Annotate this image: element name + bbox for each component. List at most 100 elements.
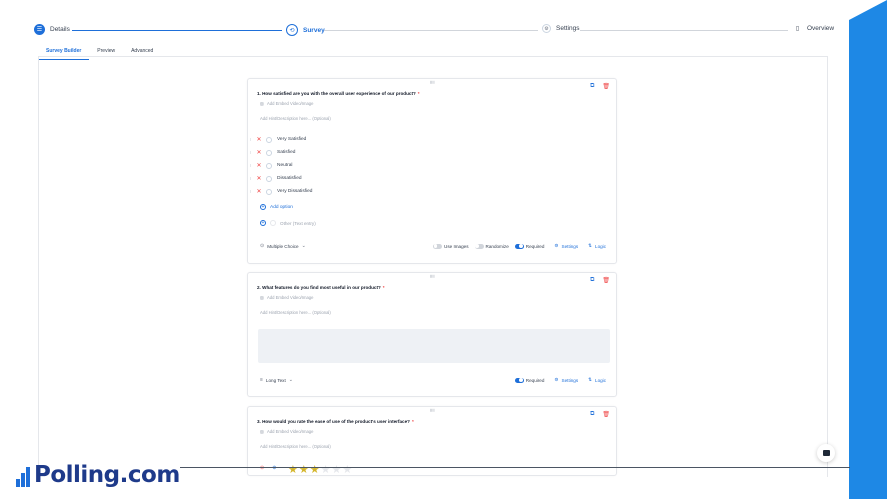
question-type-select[interactable]: ≡ Long Text ⌄ <box>260 377 293 383</box>
option-row[interactable]: ⁝ ✕ Very Dissatisfied <box>250 188 312 195</box>
question-card-3[interactable]: ⠿⠿ ⧉ 🗑 3. How would you rate the ease of… <box>247 406 617 476</box>
option-row[interactable]: ⁝ ✕ Satisfied <box>250 149 295 156</box>
question-card-2[interactable]: ⠿⠿ ⧉ 🗑 2. What features do you find most… <box>247 272 617 397</box>
wizard-stepper: ☰ Details ⟲ Survey ⚙ Settings ▯ Overview <box>34 22 834 42</box>
drag-handle-icon[interactable]: ⠿⠿ <box>430 80 435 85</box>
step-label: Survey <box>303 26 325 34</box>
step-settings[interactable]: ⚙ Settings <box>542 24 580 33</box>
star-icon[interactable]: ★ <box>342 463 352 475</box>
option-label[interactable]: Very Dissatisfied <box>277 189 312 194</box>
toggle-switch[interactable] <box>514 243 524 249</box>
star-icon[interactable]: ★ <box>332 463 342 475</box>
duplicate-icon[interactable]: ⧉ <box>590 83 594 90</box>
remove-option-icon[interactable]: ✕ <box>254 136 264 143</box>
list-icon: ☰ <box>34 24 45 35</box>
option-label[interactable]: Satisfied <box>277 150 295 155</box>
trash-icon[interactable]: 🗑 <box>602 277 610 284</box>
image-icon: ▨ <box>260 295 264 300</box>
trash-icon[interactable]: 🗑 <box>602 411 610 418</box>
settings-button[interactable]: ⚙ Settings <box>554 243 578 249</box>
brand-logo: Polling.com <box>16 462 180 488</box>
option-label[interactable]: Dissatisfied <box>277 176 302 181</box>
use-images-toggle[interactable]: Use Images <box>433 243 469 249</box>
question-title[interactable]: 1. How satisfied are you with the overal… <box>257 91 420 96</box>
step-label: Overview <box>807 25 835 32</box>
chevron-down-icon: ⌄ <box>288 377 293 383</box>
gear-icon: ⚙ <box>554 243 559 248</box>
gear-icon: ⚙ <box>554 377 559 382</box>
settings-label: Settings <box>561 377 579 383</box>
survey-icon: ⟲ <box>286 24 298 36</box>
chevron-down-icon: ⌄ <box>301 243 306 249</box>
embed-label: Add Embed Video/Image <box>266 429 314 434</box>
hint-input[interactable]: Add Hint/Description here... (Optional) <box>260 310 331 315</box>
option-row[interactable]: ⁝ ✕ Very Satisfied <box>250 136 306 143</box>
logic-label: Logic <box>595 377 606 383</box>
remove-option-icon[interactable]: ✕ <box>254 149 264 156</box>
embed-media-link[interactable]: ▨ Add Embed Video/Image <box>260 101 313 106</box>
star-icon[interactable]: ★ <box>288 463 298 475</box>
image-icon: ▨ <box>260 101 264 106</box>
radio-icon <box>266 162 272 169</box>
logic-button[interactable]: ⇅ Logic <box>588 377 606 383</box>
radio-icon <box>266 136 272 143</box>
logic-button[interactable]: ⇅ Logic <box>588 243 606 249</box>
toggle-switch[interactable] <box>474 243 484 249</box>
option-row[interactable]: ⁝ ✕ Neutral <box>250 162 292 169</box>
toggle-switch[interactable] <box>514 377 524 383</box>
step-overview[interactable]: ▯ Overview <box>793 24 834 33</box>
other-option-row[interactable]: + Other (Text entry) <box>260 220 316 226</box>
required-toggle[interactable]: Required <box>514 243 544 249</box>
trash-icon[interactable]: 🗑 <box>602 83 610 90</box>
question-card-1[interactable]: ⠿⠿ ⧉ 🗑 1. How satisfied are you with the… <box>247 78 617 264</box>
randomize-toggle[interactable]: Randomize <box>474 243 509 249</box>
stepper-line <box>580 30 788 31</box>
settings-button[interactable]: ⚙ Settings <box>554 377 578 383</box>
embed-label: Add Embed Video/Image <box>266 101 314 106</box>
chat-launcher-button[interactable] <box>817 444 835 462</box>
required-marker: * <box>411 419 414 424</box>
drag-handle-icon[interactable]: ⠿⠿ <box>430 274 435 279</box>
option-label[interactable]: Neutral <box>277 163 292 168</box>
card-actions: ⧉ 🗑 <box>590 411 610 418</box>
logic-icon: ⇅ <box>588 243 593 248</box>
star-icon[interactable]: ★ <box>310 463 320 475</box>
remove-icon[interactable]: ⊖ <box>260 465 264 471</box>
plus-circle-icon: + <box>260 204 266 210</box>
star-rating[interactable]: ★ ★ ★ ★ ★ ★ <box>288 463 352 475</box>
hint-input[interactable]: Add Hint/Description here... (Optional) <box>260 444 331 449</box>
duplicate-icon[interactable]: ⧉ <box>590 411 594 418</box>
card-actions: ⧉ 🗑 <box>590 83 610 90</box>
step-survey[interactable]: ⟲ Survey <box>286 24 325 36</box>
star-icon[interactable]: ★ <box>299 463 309 475</box>
logic-label: Logic <box>595 243 606 249</box>
required-toggle[interactable]: Required <box>514 377 544 383</box>
card-actions: ⧉ 🗑 <box>590 277 610 284</box>
remove-option-icon[interactable]: ✕ <box>254 188 264 195</box>
duplicate-icon[interactable]: ⧉ <box>590 277 594 284</box>
question-title-text: 3. How would you rate the ease of use of… <box>257 419 410 424</box>
option-label[interactable]: Very Satisfied <box>277 137 306 142</box>
remove-option-icon[interactable]: ✕ <box>254 175 264 182</box>
option-row[interactable]: ⁝ ✕ Dissatisfied <box>250 175 302 182</box>
hint-input[interactable]: Add Hint/Description here... (Optional) <box>260 116 331 121</box>
document-icon: ▯ <box>793 24 802 33</box>
embed-media-link[interactable]: ▨ Add Embed Video/Image <box>260 429 313 434</box>
logic-icon: ⇅ <box>588 377 593 382</box>
add-icon[interactable]: ⊕ <box>272 465 276 471</box>
question-title[interactable]: 3. How would you rate the ease of use of… <box>257 419 414 424</box>
radio-type-icon: ⊙ <box>260 243 265 249</box>
required-marker: * <box>382 285 385 290</box>
question-title[interactable]: 2. What features do you find most useful… <box>257 285 385 290</box>
embed-media-link[interactable]: ▨ Add Embed Video/Image <box>260 295 313 300</box>
radio-icon <box>270 220 276 226</box>
add-option-button[interactable]: + Add option <box>260 204 293 210</box>
remove-option-icon[interactable]: ✕ <box>254 162 264 169</box>
plus-circle-icon[interactable]: + <box>260 220 266 226</box>
drag-handle-icon[interactable]: ⠿⠿ <box>430 408 435 413</box>
toggle-switch[interactable] <box>433 243 442 249</box>
star-icon[interactable]: ★ <box>321 463 331 475</box>
step-details[interactable]: ☰ Details <box>34 24 70 35</box>
question-type-select[interactable]: ⊙ Multiple Choice ⌄ <box>260 243 306 249</box>
radio-icon <box>266 188 272 195</box>
